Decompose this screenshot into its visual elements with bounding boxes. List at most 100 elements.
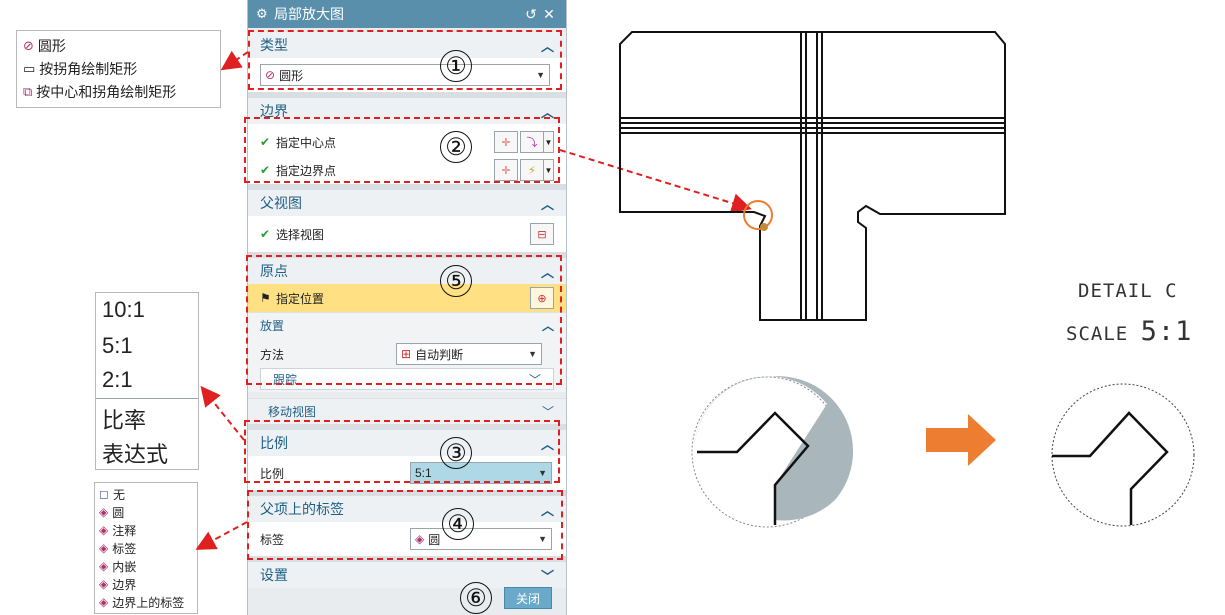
type-option-label: 圆形: [37, 37, 66, 54]
section-scale-body: 比例 5:1 ▼: [248, 456, 566, 490]
label-option-text: 边界: [112, 577, 137, 592]
center-point-row: ✔ 指定中心点 ✛ ⤵ ▼: [260, 128, 554, 156]
close-button[interactable]: 关闭: [504, 587, 552, 609]
chevron-up-icon: ︿: [540, 38, 554, 54]
subsection-title: 放置: [260, 319, 285, 333]
section-origin-header[interactable]: 原点 ︿: [248, 258, 566, 284]
dialog-titlebar: ⚙ 局部放大图 ↺ ✕: [248, 0, 566, 28]
label-label: 标签: [260, 532, 285, 547]
dialog-title: 局部放大图: [274, 6, 344, 22]
subsection-title: 移动视图: [268, 405, 317, 419]
label-option-embedded[interactable]: ◈ 内嵌: [99, 557, 193, 575]
reset-icon[interactable]: ↺: [522, 6, 540, 23]
label-circle-icon: ◈: [99, 505, 109, 519]
chevron-down-icon: ▼: [538, 534, 547, 544]
section-settings-header[interactable]: 设置 ﹀: [248, 562, 566, 588]
select-view-icon[interactable]: ⊟: [530, 223, 554, 245]
close-icon[interactable]: ✕: [540, 6, 558, 23]
scale-option[interactable]: 表达式: [96, 435, 198, 469]
scale-prefix: SCALE: [1066, 323, 1129, 345]
scale-option[interactable]: 10:1: [96, 293, 198, 329]
method-select[interactable]: ⊞ 自动判断 ▼: [396, 343, 542, 365]
chevron-down-icon: ▼: [528, 349, 537, 359]
section-boundary-body: ✔ 指定中心点 ✛ ⤵ ▼ ✔ 指定边界点 ✛ ⚡ ▼: [248, 124, 566, 184]
rectangle-icon: ▭: [23, 60, 36, 76]
callout-1: ①: [440, 50, 472, 82]
section-boundary-header[interactable]: 边界 ︿: [248, 98, 566, 124]
type-option-label: 按中心和拐角绘制矩形: [36, 83, 177, 100]
orange-arrow-icon: [926, 414, 996, 466]
scale-select[interactable]: 5:1 ▼: [410, 462, 552, 484]
scale-option[interactable]: 2:1: [96, 365, 198, 399]
section-parent-view-body: ✔ 选择视图 ⊟: [248, 216, 566, 252]
scale-row: 比例 5:1 ▼: [260, 460, 554, 486]
chevron-down-icon[interactable]: ▼: [544, 131, 554, 153]
section-scale-header[interactable]: 比例 ︿: [248, 430, 566, 456]
arrow-to-drawing: [559, 149, 752, 213]
label-option-boundary-label[interactable]: ◈ 边界上的标签: [99, 593, 193, 611]
label-option-note[interactable]: ◈ 注释: [99, 521, 193, 539]
section-title: 父项上的标签: [260, 501, 344, 517]
scale-options-list: 10:1 5:1 2:1 比率 表达式: [95, 292, 199, 470]
label-none-icon: ◻: [99, 487, 109, 501]
magic-wand-icon[interactable]: ⚡: [520, 159, 544, 181]
chevron-down-icon: ▼: [538, 468, 547, 478]
label-option-none[interactable]: ◻ 无: [99, 485, 193, 503]
chevron-up-icon: ︿: [540, 436, 554, 452]
placement-subheader[interactable]: 放置 ︿: [248, 312, 566, 338]
label-option-boundary[interactable]: ◈ 边界: [99, 575, 193, 593]
track-subheader[interactable]: 跟踪 ﹀: [260, 368, 554, 390]
type-select[interactable]: ⊘ 圆形 ▼: [260, 64, 550, 86]
label-tag-icon: ◈: [99, 541, 109, 555]
type-option-center-rect[interactable]: ⧉ 按中心和拐角绘制矩形: [23, 80, 214, 103]
inferred-point-icon[interactable]: ⤵: [520, 131, 544, 153]
callout-2: ②: [440, 131, 472, 163]
chevron-down-icon[interactable]: ▼: [544, 159, 554, 181]
chevron-down-icon: ﹀: [541, 405, 554, 419]
label-boundary-tag-icon: ◈: [99, 595, 109, 609]
label-circle-icon: ◈: [415, 532, 425, 546]
select-view-label: 选择视图: [276, 227, 325, 242]
type-options-list: ⊘ 圆形 ▭ 按拐角绘制矩形 ⧉ 按中心和拐角绘制矩形: [16, 30, 221, 108]
check-icon: ✔: [260, 163, 271, 177]
section-title: 设置: [260, 567, 288, 583]
label-select[interactable]: ◈ 圆 ▼: [410, 528, 552, 550]
check-icon: ✔: [260, 227, 271, 241]
section-title: 父视图: [260, 195, 302, 211]
label-option-text: 圆: [112, 505, 125, 520]
circle-type-icon: ⊘: [23, 37, 34, 53]
type-option-label: 按拐角绘制矩形: [39, 60, 138, 77]
point-dialog-button[interactable]: ✛: [494, 159, 518, 181]
method-label: 方法: [260, 347, 285, 362]
gear-icon[interactable]: ⚙: [256, 6, 274, 22]
detail-caption-line1: DETAIL C: [1078, 280, 1178, 302]
type-option-circle[interactable]: ⊘ 圆形: [23, 34, 214, 57]
chevron-up-icon: ︿: [540, 264, 554, 280]
type-option-corner-rect[interactable]: ▭ 按拐角绘制矩形: [23, 57, 214, 80]
origin-tool-icon[interactable]: ⊕: [530, 287, 554, 309]
scale-select-value: 5:1: [415, 466, 432, 480]
scale-label: 比例: [260, 466, 285, 481]
specify-location-row[interactable]: ⚑ 指定位置 ⊕: [248, 284, 566, 312]
section-title: 类型: [260, 37, 288, 53]
callout-5: ⑤: [440, 265, 472, 297]
scale-option[interactable]: 5:1: [96, 329, 198, 365]
subsection-title: 跟踪: [273, 372, 298, 387]
scale-option[interactable]: 比率: [96, 399, 198, 435]
move-view-header[interactable]: 移动视图 ﹀: [248, 398, 566, 424]
point-dialog-button[interactable]: ✛: [494, 131, 518, 153]
chevron-up-icon: ︿: [541, 319, 554, 333]
type-select-value: 圆形: [279, 68, 304, 83]
label-option-text: 内嵌: [112, 559, 137, 574]
label-option-tag[interactable]: ◈ 标签: [99, 539, 193, 557]
scale-value: 5:1: [1140, 316, 1193, 347]
label-option-circle[interactable]: ◈ 圆: [99, 503, 193, 521]
section-parent-label-header[interactable]: 父项上的标签 ︿: [248, 496, 566, 522]
section-parent-view-header[interactable]: 父视图 ︿: [248, 190, 566, 216]
check-icon: ✔: [260, 135, 271, 149]
section-type-header[interactable]: 类型 ︿: [248, 32, 566, 58]
placement-body: 方法 ⊞ 自动判断 ▼ 跟踪 ﹀: [248, 338, 566, 392]
detail-circle-marker: [743, 200, 773, 230]
label-row: 标签 ◈ 圆 ▼: [260, 526, 554, 552]
label-boundary-icon: ◈: [99, 577, 109, 591]
